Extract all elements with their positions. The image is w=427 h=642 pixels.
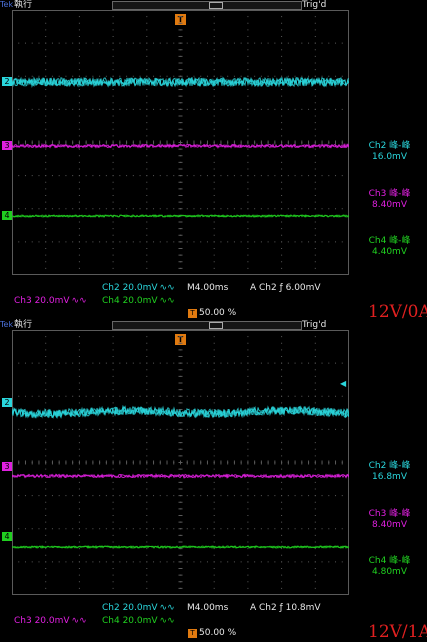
- waveform-display: [12, 330, 349, 595]
- ch3-marker-icon: 3: [2, 462, 12, 471]
- trigger-icon: T: [188, 309, 197, 318]
- top-status-bar: Tek 執行 Trig'd: [0, 0, 427, 10]
- ch3-scale: Ch3 20.0mV ∿∿: [14, 296, 87, 306]
- ch4-marker-icon: 4: [2, 532, 12, 541]
- ch2-marker-icon: 2: [2, 398, 12, 407]
- trigger-icon: T: [188, 629, 197, 638]
- condition-label: 12V/0A: [368, 302, 427, 322]
- run-status: 執行: [14, 320, 33, 330]
- ch2-scale: Ch2 20.0mV ∿∿: [102, 603, 175, 613]
- trigger-status: Trig'd: [302, 320, 327, 330]
- trigger-setting: A Ch2 ƒ 6.00mV: [250, 283, 321, 293]
- measurement-ch3: Ch3 峰-峰 8.40mV: [368, 509, 411, 530]
- trigger-position-readout: T 50.00 %: [188, 628, 236, 638]
- waveform-display: [12, 10, 349, 275]
- ch4-scale: Ch4 20.0mV ∿∿: [102, 616, 175, 626]
- record-position-bar: [112, 1, 302, 10]
- measurement-ch4: Ch4 峰-峰 4.40mV: [368, 236, 411, 257]
- record-position-bar: [112, 321, 302, 330]
- top-status-bar: Tek 執行 Trig'd: [0, 320, 427, 330]
- timebase: M4.00ms: [187, 603, 229, 613]
- measurement-ch2: Ch2 峰-峰 16.8mV: [368, 461, 411, 482]
- trigger-level-arrow-icon: ◀: [340, 379, 347, 388]
- ch4-marker-icon: 4: [2, 211, 12, 220]
- tek-logo: Tek: [0, 320, 14, 329]
- scope-capture-1: Tek 執行 Trig'd T 2 3 4 Ch2 峰-峰 16.0mV Ch3…: [0, 0, 427, 322]
- ch2-marker-icon: 2: [2, 77, 12, 86]
- run-status: 執行: [14, 0, 33, 10]
- ch3-marker-icon: 3: [2, 141, 12, 150]
- waveform-traces: [12, 76, 349, 218]
- measurement-ch3: Ch3 峰-峰 8.40mV: [368, 189, 411, 210]
- waveform-traces: [12, 404, 349, 549]
- trigger-setting: A Ch2 ƒ 10.8mV: [250, 603, 321, 613]
- trigger-status: Trig'd: [302, 0, 327, 10]
- trigger-position-readout: T 50.00 %: [188, 308, 236, 318]
- measurement-ch4: Ch4 峰-峰 4.80mV: [368, 556, 411, 577]
- ch3-scale: Ch3 20.0mV ∿∿: [14, 616, 87, 626]
- ch4-scale: Ch4 20.0mV ∿∿: [102, 296, 175, 306]
- condition-label: 12V/1A: [368, 622, 427, 642]
- timebase: M4.00ms: [187, 283, 229, 293]
- tek-logo: Tek: [0, 0, 14, 9]
- measurement-ch2: Ch2 峰-峰 16.0mV: [368, 141, 411, 162]
- ch2-scale: Ch2 20.0mV ∿∿: [102, 283, 175, 293]
- scope-capture-2: Tek 執行 Trig'd T ◀ 2 3 4 Ch2 峰-峰 16.8mV C…: [0, 320, 427, 642]
